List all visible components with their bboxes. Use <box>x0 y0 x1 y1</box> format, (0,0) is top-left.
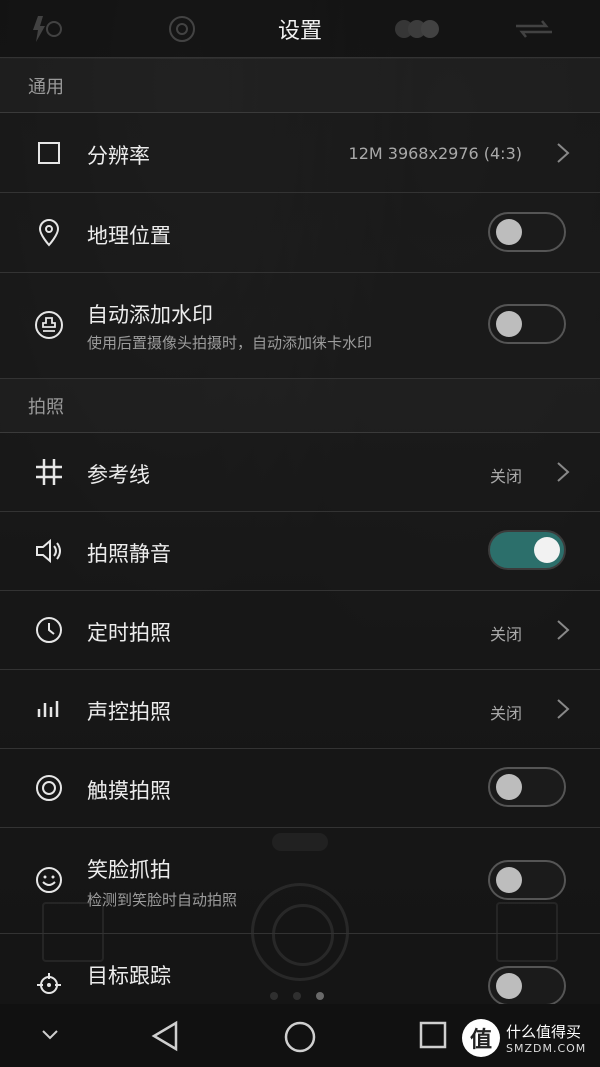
voice-label: 声控拍照 <box>87 700 171 724</box>
watermark-description: 使用后置摄像头拍摄时，自动添加徕卡水印 <box>87 334 373 352</box>
mute-label: 拍照静音 <box>87 542 171 566</box>
watermark-en: SMZDM.COM <box>506 1042 587 1055</box>
chevron-right-icon <box>557 620 570 640</box>
setting-grid[interactable]: 参考线 关闭 <box>0 433 600 512</box>
home-icon[interactable] <box>283 1020 317 1054</box>
grid-value: 关闭 <box>489 467 522 486</box>
setting-smile[interactable]: 笑脸抓拍 检测到笑脸时自动拍照 <box>0 828 600 934</box>
stamp-icon <box>34 310 64 340</box>
smile-label: 笑脸抓拍 <box>87 858 171 882</box>
flash-auto-icon <box>33 16 62 42</box>
page-title: 设置 <box>277 18 322 44</box>
target-tracking-icon <box>34 970 64 1000</box>
setting-touch[interactable]: 触摸拍照 <box>0 749 600 828</box>
smile-description: 检测到笑脸时自动拍照 <box>87 891 238 909</box>
watermark-toggle[interactable] <box>488 304 566 344</box>
setting-resolution[interactable]: 分辨率 12M 3968x2976 (4:3) <box>0 113 600 193</box>
tracking-label: 目标跟踪 <box>87 964 171 988</box>
touch-toggle[interactable] <box>488 767 566 807</box>
back-icon[interactable] <box>150 1020 180 1052</box>
section-photo: 拍照 <box>0 379 600 433</box>
smzdm-watermark: 值 什么值得买 SMZDM.COM <box>462 1016 592 1060</box>
aperture-icon <box>169 16 195 42</box>
setting-tracking[interactable]: 目标跟踪 <box>0 934 600 1006</box>
speaker-icon <box>34 536 64 566</box>
clock-icon <box>34 615 64 645</box>
color-filter-icon <box>395 20 439 38</box>
chevron-right-icon <box>557 143 570 163</box>
setting-location[interactable]: 地理位置 <box>0 193 600 273</box>
mute-toggle[interactable] <box>488 530 566 570</box>
grid-icon <box>34 457 64 487</box>
setting-voice[interactable]: 声控拍照 关闭 <box>0 670 600 749</box>
smile-toggle[interactable] <box>488 860 566 900</box>
grid-label: 参考线 <box>87 463 150 487</box>
chevron-right-icon <box>557 462 570 482</box>
tracking-toggle[interactable] <box>488 966 566 1006</box>
watermark-cn: 什么值得买 <box>506 1023 582 1041</box>
smzdm-logo-icon: 值 <box>462 1019 500 1057</box>
switch-camera-icon <box>516 20 552 38</box>
setting-mute[interactable]: 拍照静音 <box>0 512 600 591</box>
audio-bars-icon <box>34 694 64 724</box>
setting-timer[interactable]: 定时拍照 关闭 <box>0 591 600 670</box>
setting-watermark[interactable]: 自动添加水印 使用后置摄像头拍摄时，自动添加徕卡水印 <box>0 273 600 379</box>
recent-apps-icon[interactable] <box>419 1020 447 1050</box>
timer-value: 关闭 <box>489 625 522 644</box>
voice-value: 关闭 <box>489 704 522 723</box>
settings-header: 设置 <box>0 0 600 58</box>
resolution-value: 12M 3968x2976 (4:3) <box>348 144 522 163</box>
square-icon <box>34 138 64 168</box>
timer-label: 定时拍照 <box>87 621 171 645</box>
location-toggle[interactable] <box>488 212 566 252</box>
smile-icon <box>34 865 64 895</box>
touch-target-icon <box>34 773 64 803</box>
chevron-down-icon[interactable] <box>40 1028 60 1042</box>
location-pin-icon <box>34 218 64 248</box>
watermark-label: 自动添加水印 <box>87 303 213 327</box>
resolution-label: 分辨率 <box>87 144 150 168</box>
location-label: 地理位置 <box>87 224 171 248</box>
section-general: 通用 <box>0 59 600 113</box>
chevron-right-icon <box>557 699 570 719</box>
touch-label: 触摸拍照 <box>87 779 171 803</box>
